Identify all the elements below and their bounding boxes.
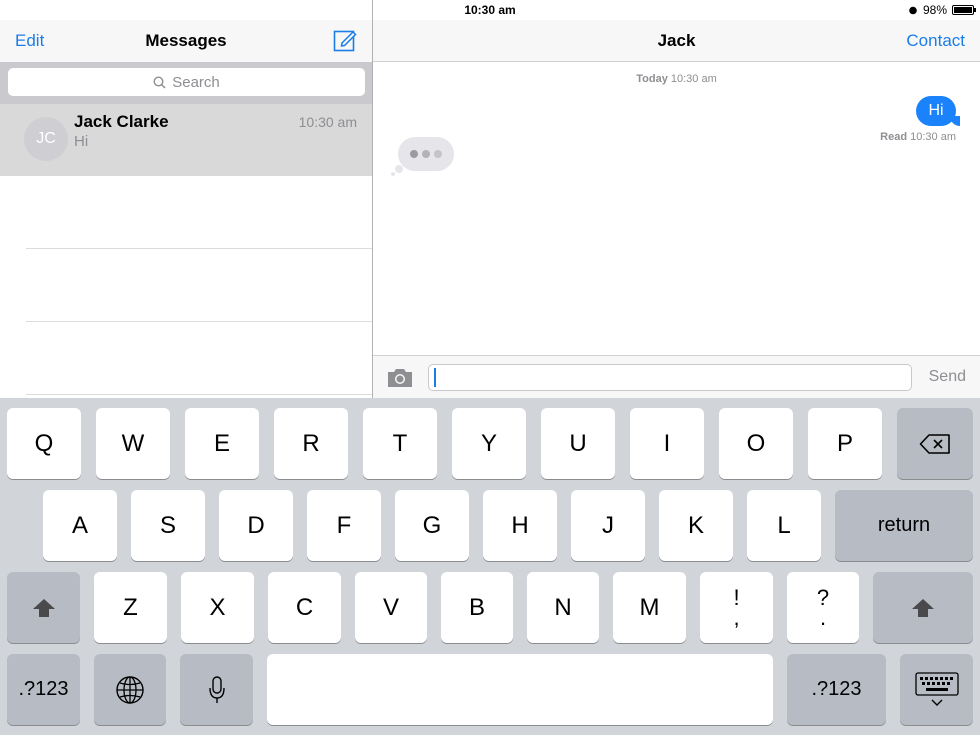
key-q[interactable]: Q xyxy=(7,408,81,479)
message-preview: Hi xyxy=(74,133,89,150)
microphone-icon xyxy=(208,675,225,703)
shift-left-key[interactable] xyxy=(7,572,80,643)
key-w[interactable]: W xyxy=(96,408,170,479)
key-a[interactable]: A xyxy=(43,490,117,561)
search-placeholder: Search xyxy=(172,73,220,91)
typing-dot xyxy=(410,150,418,158)
read-receipt: Read 10:30 am xyxy=(880,131,956,143)
key-u[interactable]: U xyxy=(541,408,615,479)
search-icon xyxy=(153,75,166,89)
text-caret xyxy=(434,368,436,387)
key-b[interactable]: B xyxy=(441,572,513,643)
status-right: 98% xyxy=(908,3,976,17)
search-bar: Search xyxy=(0,62,372,104)
dictation-key[interactable] xyxy=(180,654,253,725)
key-z[interactable]: Z xyxy=(94,572,167,643)
key-bottom-label: , xyxy=(733,604,740,630)
contact-button[interactable]: Contact xyxy=(906,31,965,51)
return-key[interactable]: return xyxy=(835,490,973,561)
key-i[interactable]: I xyxy=(630,408,704,479)
key-k[interactable]: K xyxy=(659,490,733,561)
typing-tail xyxy=(395,165,403,173)
question-period-key[interactable]: ? . xyxy=(787,572,859,643)
hide-keyboard-key[interactable] xyxy=(900,654,973,725)
key-v[interactable]: V xyxy=(355,572,427,643)
numbers-left-key[interactable]: .?123 xyxy=(7,654,80,725)
timestamp-day: Today xyxy=(636,73,668,85)
key-y[interactable]: Y xyxy=(452,408,526,479)
key-d[interactable]: D xyxy=(219,490,293,561)
camera-icon[interactable] xyxy=(387,366,413,388)
compose-icon[interactable] xyxy=(333,28,357,52)
key-e[interactable]: E xyxy=(185,408,259,479)
numbers-right-key[interactable]: .?123 xyxy=(787,654,886,725)
key-m[interactable]: M xyxy=(613,572,686,643)
send-button[interactable]: Send xyxy=(929,368,966,386)
keyboard: Q W E R T Y U I O P A S D F G H J K L re… xyxy=(0,398,980,735)
key-l[interactable]: L xyxy=(747,490,821,561)
messages-title: Messages xyxy=(145,31,227,50)
contact-name: Jack Clarke xyxy=(74,112,169,131)
key-bottom-label: . xyxy=(819,604,827,630)
numbers-label: .?123 xyxy=(811,678,862,700)
avatar: JC xyxy=(24,117,68,161)
read-time: 10:30 am xyxy=(910,131,956,143)
exclamation-comma-key[interactable]: ! , xyxy=(700,572,773,643)
shift-icon xyxy=(912,598,934,617)
typing-dot xyxy=(422,150,430,158)
key-t[interactable]: T xyxy=(363,408,437,479)
key-s[interactable]: S xyxy=(131,490,205,561)
sent-message-bubble[interactable]: Hi xyxy=(916,96,956,126)
message-thread[interactable]: Today 10:30 am Hi Read 10:30 am xyxy=(373,63,980,355)
conversation-row[interactable]: JC Jack Clarke 10:30 am Hi xyxy=(0,104,372,176)
typing-dot xyxy=(434,150,442,158)
key-g[interactable]: G xyxy=(395,490,469,561)
delete-key[interactable] xyxy=(897,408,973,479)
return-label: return xyxy=(877,514,931,536)
message-field[interactable] xyxy=(428,364,912,391)
shift-right-key[interactable] xyxy=(873,572,973,643)
message-input-bar: Send xyxy=(373,355,980,398)
conversation-time: 10:30 am xyxy=(298,114,357,130)
key-r[interactable]: R xyxy=(274,408,348,479)
key-f[interactable]: F xyxy=(307,490,381,561)
typing-indicator xyxy=(398,137,454,171)
messages-nav-bar: Edit Messages xyxy=(0,20,372,62)
list-divider xyxy=(26,394,372,395)
key-n[interactable]: N xyxy=(527,572,599,643)
shift-icon xyxy=(32,598,55,617)
conversation-title: Jack xyxy=(657,31,696,50)
battery-percent: 98% xyxy=(922,3,947,17)
thread-timestamp: Today 10:30 am xyxy=(373,73,980,85)
timestamp-time: 10:30 am xyxy=(670,73,717,85)
search-input[interactable]: Search xyxy=(8,68,365,96)
list-divider xyxy=(26,321,372,322)
key-o[interactable]: O xyxy=(719,408,793,479)
key-h[interactable]: H xyxy=(483,490,557,561)
space-key[interactable] xyxy=(267,654,773,725)
backspace-icon xyxy=(919,433,950,454)
hide-keyboard-icon xyxy=(914,671,959,706)
numbers-label: .?123 xyxy=(18,678,69,700)
globe-icon xyxy=(116,675,144,704)
globe-key[interactable] xyxy=(94,654,166,725)
read-label: Read xyxy=(880,131,908,143)
list-divider xyxy=(26,248,372,249)
battery-icon xyxy=(952,5,976,15)
key-c[interactable]: C xyxy=(268,572,341,643)
key-p[interactable]: P xyxy=(808,408,882,479)
key-x[interactable]: X xyxy=(181,572,254,643)
conversation-nav-bar: Jack Contact xyxy=(373,20,980,62)
typing-tail xyxy=(391,172,395,176)
alarm-icon xyxy=(909,6,917,15)
battery-fill xyxy=(954,7,972,13)
key-j[interactable]: J xyxy=(571,490,645,561)
